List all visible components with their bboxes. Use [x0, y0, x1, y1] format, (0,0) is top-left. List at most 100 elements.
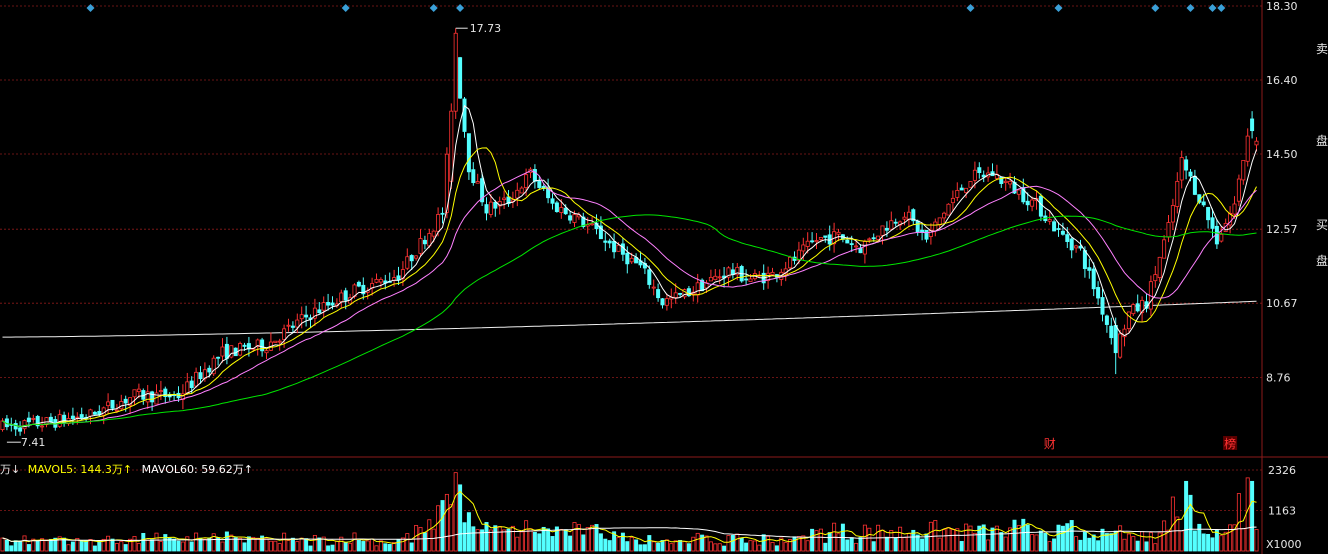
candle-103 [453, 28, 458, 119]
candle-215 [946, 203, 951, 216]
volume-bar-80 [352, 532, 357, 552]
volume-bar-163 [717, 543, 722, 552]
candle-body-194 [854, 245, 859, 248]
candle-271 [1192, 169, 1197, 196]
volume-bar-245 [1078, 539, 1083, 552]
candle-body-23 [101, 407, 106, 416]
candle-body-192 [845, 239, 850, 244]
candle-268 [1179, 150, 1184, 189]
candle-61 [268, 332, 273, 352]
volume-bar-171 [752, 540, 757, 552]
volume-bar-236 [1038, 530, 1043, 552]
volume-bar-85 [374, 545, 379, 552]
candle-247 [1087, 258, 1092, 279]
volume-bar-60 [264, 538, 269, 552]
volume-bar-71 [312, 535, 317, 552]
volume-bar-62 [273, 540, 278, 552]
candle-137 [603, 232, 608, 252]
volume-bar-264 [1162, 520, 1167, 552]
candle-body-4 [18, 427, 23, 432]
volume-bar-90 [396, 539, 401, 552]
candle-body-127 [559, 207, 564, 213]
candle-body-250 [1100, 297, 1105, 315]
volume-bar-279 [1228, 524, 1233, 552]
candle-body-234 [1030, 199, 1035, 207]
candle-body-64 [282, 328, 287, 340]
candle-30 [132, 389, 137, 406]
volume-bar-74 [326, 545, 331, 552]
marker-diamond-1 [341, 4, 350, 12]
volume-bar-22 [97, 540, 102, 552]
volume-bar-3 [13, 540, 18, 552]
candle-222 [977, 162, 982, 179]
candle-239 [1052, 219, 1057, 232]
mavol5-label: MAVOL5: [27, 463, 77, 476]
volume-bar-83 [365, 540, 370, 552]
volume-bar-202 [889, 530, 894, 552]
volume-bar-216 [950, 529, 955, 552]
candle-body-217 [955, 190, 960, 198]
candle-body-271 [1192, 175, 1197, 195]
volume-bar-5 [22, 535, 27, 552]
volume-bar-187 [823, 542, 828, 552]
candle-body-212 [933, 221, 938, 232]
candle-217 [955, 182, 960, 202]
candle-175 [770, 267, 775, 275]
volume-bar-114 [502, 529, 507, 552]
volume-bar-184 [810, 528, 815, 552]
volume-bar-15 [66, 544, 71, 552]
candle-body-119 [524, 174, 529, 189]
candle-236 [1038, 193, 1043, 222]
candle-body-94 [414, 255, 419, 259]
volume-bar-50 [220, 541, 225, 552]
candle-200 [880, 225, 885, 245]
candle-107 [471, 162, 476, 186]
candle-body-265 [1166, 222, 1171, 238]
marker-diamond-3 [456, 4, 465, 12]
candle-body-13 [57, 414, 62, 427]
candle-39 [172, 391, 177, 401]
candle-body-111 [488, 201, 493, 215]
volume-bar-161 [708, 541, 713, 552]
volume-bar-190 [836, 533, 841, 552]
volume-bar-183 [805, 540, 810, 552]
candle-body-187 [823, 235, 828, 238]
candle-body-219 [964, 187, 969, 193]
volume-bar-142 [625, 541, 630, 552]
volume-bar-242 [1065, 523, 1070, 552]
candle-body-11 [48, 416, 53, 423]
volume-bar-218 [959, 541, 964, 552]
candle-body-218 [959, 187, 964, 191]
candle-body-104 [458, 57, 463, 99]
candle-58 [255, 338, 260, 356]
candle-237 [1043, 210, 1048, 224]
candle-body-147 [647, 269, 652, 285]
candle-body-196 [862, 240, 867, 255]
volume-bar-252 [1109, 533, 1114, 552]
candle-21 [92, 410, 97, 416]
candle-body-27 [119, 401, 124, 410]
candle-body-205 [902, 216, 907, 220]
marker-diamond-0 [86, 4, 95, 12]
candle-191 [840, 233, 845, 243]
volume-bar-217 [955, 528, 960, 552]
volume-bar-26 [114, 543, 119, 552]
candle-38 [167, 392, 172, 401]
candle-33 [145, 385, 150, 409]
volume-bar-55 [242, 542, 247, 552]
candle-74 [326, 293, 331, 311]
candle-body-228 [1003, 180, 1008, 183]
volume-bar-172 [757, 544, 762, 552]
candle-157 [691, 286, 696, 302]
candle-body-200 [880, 225, 885, 236]
candle-body-55 [242, 344, 247, 347]
volume-bar-193 [849, 537, 854, 552]
volume-bar-259 [1140, 531, 1145, 552]
volume-bar-265 [1166, 529, 1171, 552]
volume-bar-195 [858, 537, 863, 552]
candle-42 [185, 372, 190, 395]
candle-149 [656, 283, 661, 302]
candle-8 [35, 414, 40, 429]
candle-131 [576, 212, 581, 220]
candle-body-125 [550, 198, 555, 204]
